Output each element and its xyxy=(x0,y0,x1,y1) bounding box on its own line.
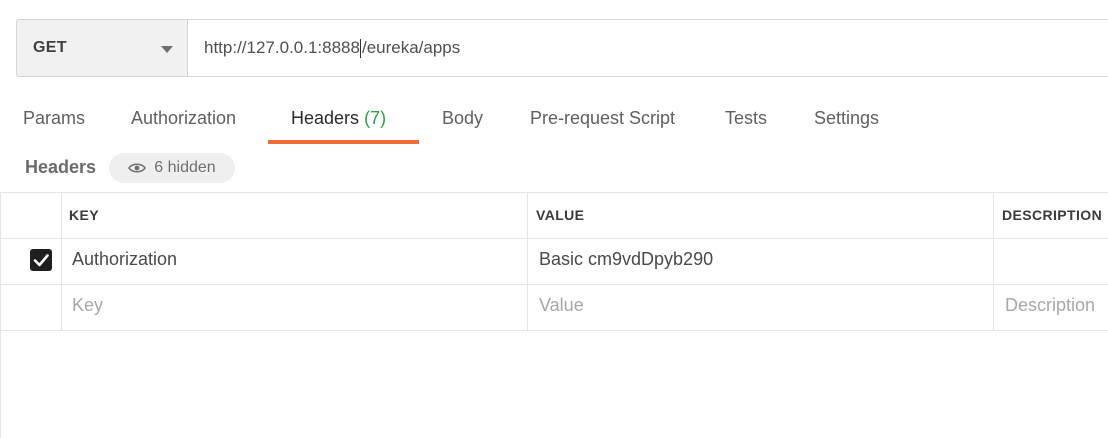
url-input[interactable]: http://127.0.0.1:8888/eureka/apps xyxy=(188,19,1108,77)
hidden-headers-label: 6 hidden xyxy=(154,159,216,176)
table-divider xyxy=(993,192,994,330)
chevron-down-icon xyxy=(161,46,173,53)
table-divider xyxy=(0,192,1108,193)
checkmark-icon xyxy=(33,254,49,267)
new-value-input[interactable]: Value xyxy=(539,295,584,316)
active-tab-indicator xyxy=(268,140,419,144)
table-divider xyxy=(0,330,1108,331)
url-text-before-cursor: http://127.0.0.1:8888 xyxy=(204,38,360,57)
column-header-value: VALUE xyxy=(536,207,585,223)
column-header-key: KEY xyxy=(69,207,99,223)
request-editor: GET http://127.0.0.1:8888/eureka/apps Pa… xyxy=(0,0,1108,438)
header-key-cell[interactable]: Authorization xyxy=(72,249,177,270)
hidden-headers-toggle[interactable]: 6 hidden xyxy=(109,153,235,183)
method-label: GET xyxy=(33,39,67,56)
tab-headers-label: Headers xyxy=(291,108,360,128)
new-description-input[interactable]: Description xyxy=(1005,295,1095,316)
new-key-input[interactable]: Key xyxy=(72,295,103,316)
header-value-cell[interactable]: Basic cm9vdDpyb290 xyxy=(539,249,713,270)
table-divider xyxy=(61,192,62,330)
tab-pre-request-script[interactable]: Pre-request Script xyxy=(530,108,675,129)
row-enabled-checkbox[interactable] xyxy=(30,249,52,271)
table-divider xyxy=(0,238,1108,239)
table-divider xyxy=(0,192,1,438)
tab-settings[interactable]: Settings xyxy=(814,108,879,129)
method-dropdown[interactable]: GET xyxy=(16,19,188,77)
tab-headers[interactable]: Headers (7) xyxy=(291,108,386,129)
tab-authorization[interactable]: Authorization xyxy=(131,108,236,129)
tab-params[interactable]: Params xyxy=(23,108,85,129)
tab-tests[interactable]: Tests xyxy=(725,108,767,129)
request-tabs: Params Authorization Headers (7) Body Pr… xyxy=(0,100,1108,144)
eye-icon xyxy=(128,163,147,173)
table-divider xyxy=(527,192,528,330)
url-text-after-cursor: /eureka/apps xyxy=(361,38,461,57)
tab-headers-count: (7) xyxy=(364,108,387,128)
table-divider xyxy=(0,284,1108,285)
headers-section-title: Headers xyxy=(25,157,97,177)
column-header-description: DESCRIPTION xyxy=(1002,207,1103,223)
tab-body[interactable]: Body xyxy=(442,108,483,129)
